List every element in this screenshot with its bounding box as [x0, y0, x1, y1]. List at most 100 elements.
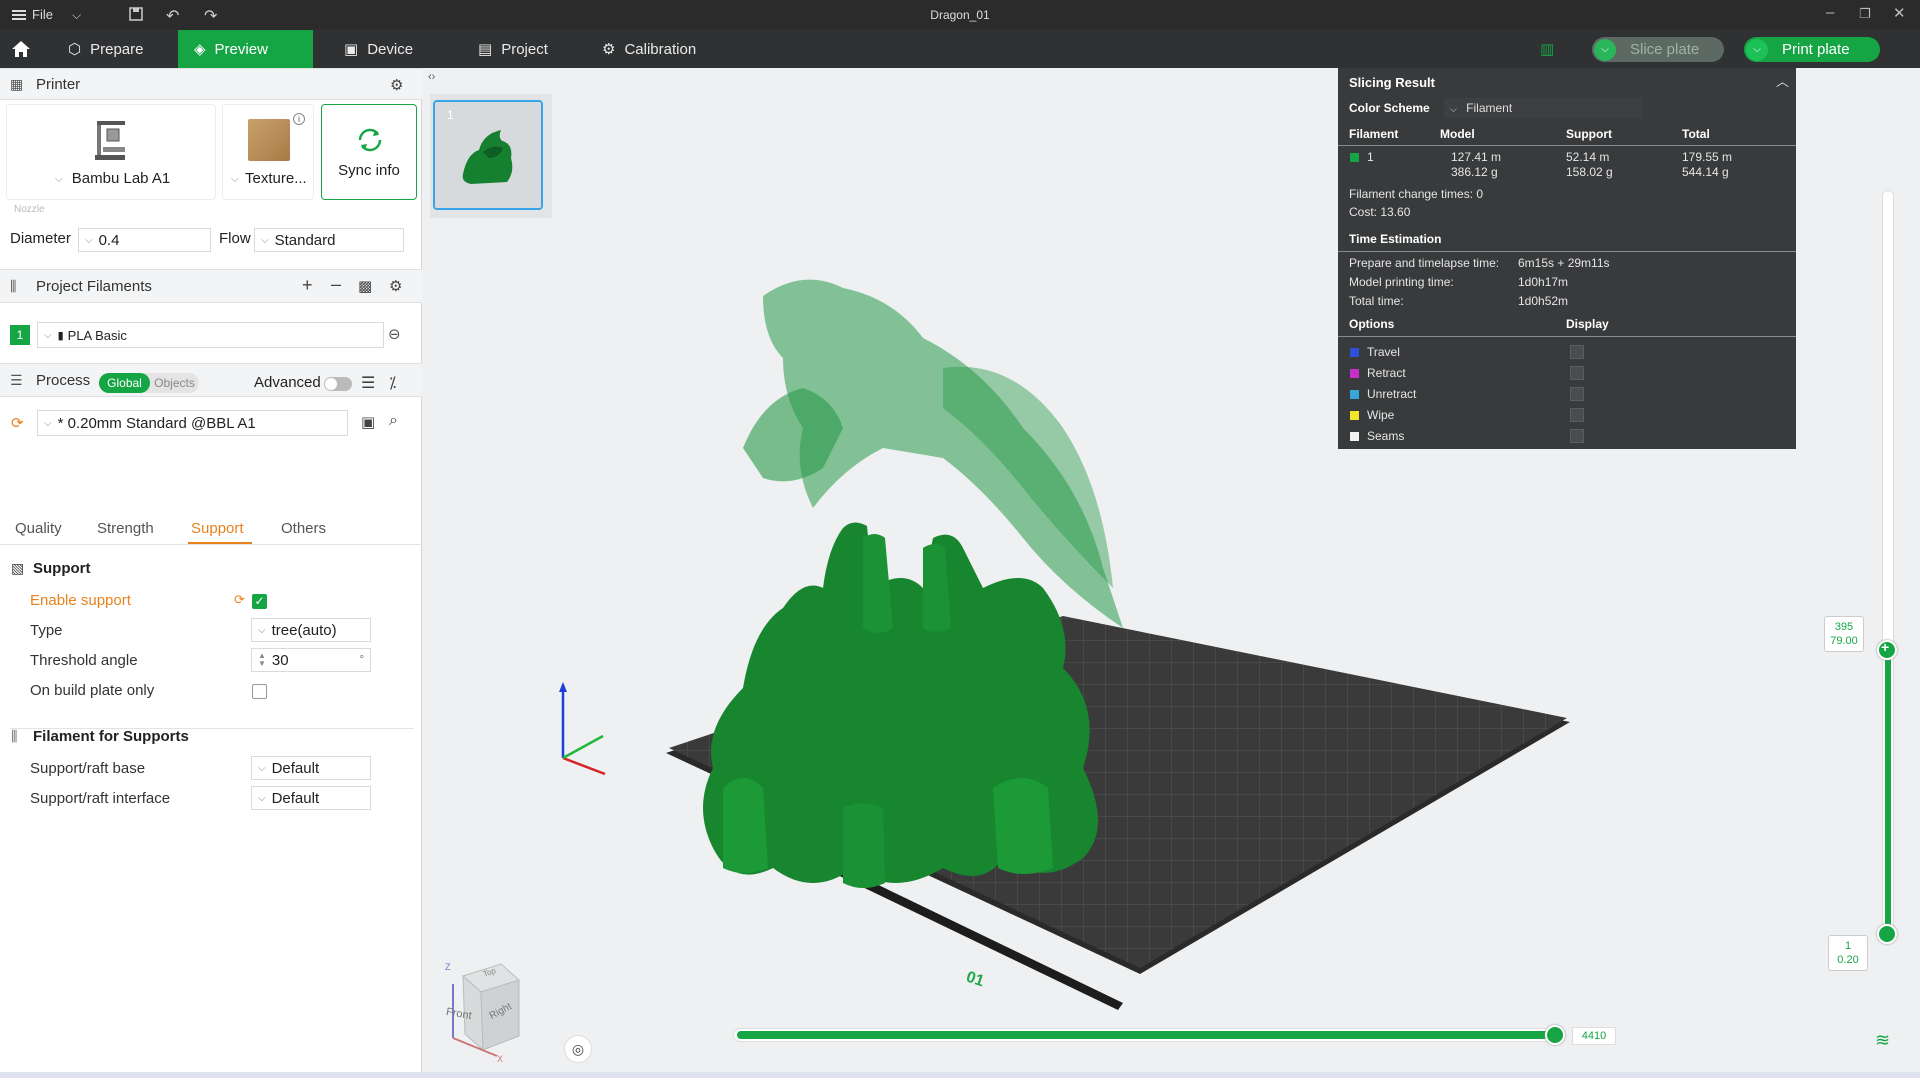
raft-base-label: Support/raft base: [30, 760, 146, 777]
cube-icon: ⬡: [68, 41, 82, 58]
axis-x-label: X: [497, 1054, 504, 1064]
retract-swatch: [1350, 369, 1359, 378]
option-retract-checkbox[interactable]: [1570, 366, 1584, 380]
chevron-down-icon: ⌵: [261, 234, 269, 246]
color-scheme-select[interactable]: ⌵ Filament: [1444, 98, 1642, 118]
threshold-unit: °: [359, 654, 364, 666]
gear-icon[interactable]: ⚙: [390, 76, 403, 94]
gear-icon[interactable]: ⚙: [389, 277, 402, 295]
chevron-down-icon: ⌵: [85, 234, 93, 246]
save-preset-icon[interactable]: ▣: [361, 413, 375, 431]
tab-strength[interactable]: Strength: [97, 520, 154, 537]
chevron-down-icon: ⌵: [258, 762, 266, 774]
tab-quality[interactable]: Quality: [15, 520, 62, 537]
chevron-down-icon: ⌵: [231, 174, 239, 185]
compare-icon[interactable]: ⁒: [389, 373, 396, 393]
restore-icon[interactable]: ❐: [1859, 6, 1871, 22]
sync-info-button[interactable]: Sync info: [321, 104, 417, 200]
advanced-label: Advanced: [254, 374, 321, 391]
total-time-value: 1d0h52m: [1518, 294, 1569, 308]
tab-prepare[interactable]: ⬡ Prepare: [52, 30, 159, 68]
option-retract-label: Retract: [1367, 366, 1406, 380]
slice-plate-button[interactable]: ⌵ Slice plate: [1592, 37, 1724, 62]
tab-device[interactable]: ▣ Device: [328, 30, 429, 68]
filament-type-select[interactable]: ⌵ ▮ PLA Basic: [37, 322, 384, 348]
info-icon[interactable]: i: [293, 113, 305, 125]
raft-interface-select[interactable]: ⌵ Default: [251, 786, 371, 810]
print-plate-label: Print plate: [1782, 41, 1850, 58]
tab-calibration-label: Calibration: [624, 40, 697, 58]
move-slider-handle[interactable]: [1545, 1025, 1565, 1045]
search-icon[interactable]: ⌕: [389, 412, 398, 430]
filament-options-icon[interactable]: ⊖: [388, 325, 401, 343]
add-icon[interactable]: +: [302, 275, 313, 296]
filament-sync-icon[interactable]: ▩: [358, 277, 372, 295]
calibration-icon: ⚙: [602, 41, 616, 58]
minimize-icon[interactable]: –: [1826, 4, 1834, 21]
process-icon: ☰: [10, 371, 23, 388]
option-wipe-checkbox[interactable]: [1570, 408, 1584, 422]
plate-name: Texture...: [245, 170, 307, 187]
support-weight: 158.02 g: [1566, 165, 1613, 179]
unretract-swatch: [1350, 390, 1359, 399]
tab-calibration[interactable]: ⚙ Calibration: [586, 30, 712, 68]
global-toggle[interactable]: Global: [99, 373, 150, 393]
multi-plate-icon[interactable]: ▥: [1540, 40, 1554, 58]
camera-icon[interactable]: ◎: [564, 1035, 592, 1063]
tab-project[interactable]: ▤ Project: [462, 30, 564, 68]
stepper-icon[interactable]: ▲ ▼: [258, 652, 266, 668]
chevron-down-icon[interactable]: ⌵: [1594, 38, 1616, 61]
reset-icon[interactable]: ⟳: [11, 414, 24, 432]
tab-support[interactable]: Support: [191, 520, 244, 537]
layers-toggle-icon[interactable]: ≋: [1875, 1030, 1890, 1051]
enable-support-checkbox[interactable]: ✓: [252, 594, 267, 609]
status-strip: [0, 1072, 1920, 1078]
option-travel-checkbox[interactable]: [1570, 345, 1584, 359]
travel-swatch: [1350, 348, 1359, 357]
diameter-select[interactable]: ⌵ 0.4: [78, 228, 211, 252]
flow-select[interactable]: ⌵ Standard: [254, 228, 404, 252]
diameter-value: 0.4: [98, 231, 120, 249]
nozzle-caption: Nozzle: [14, 204, 45, 215]
advanced-switch[interactable]: [324, 377, 352, 391]
chevron-down-icon[interactable]: ⌵: [1746, 38, 1768, 61]
process-preset-select[interactable]: ⌵ * 0.20mm Standard @BBL A1: [37, 410, 348, 436]
print-plate-button[interactable]: ⌵ Print plate: [1744, 37, 1880, 62]
list-icon[interactable]: ☰: [361, 373, 375, 393]
tab-project-label: Project: [501, 40, 548, 58]
option-unretract-checkbox[interactable]: [1570, 387, 1584, 401]
support-type-select[interactable]: ⌵ tree(auto): [251, 618, 371, 642]
process-scope-toggle[interactable]: Global Objects: [99, 373, 199, 393]
close-icon[interactable]: ✕: [1893, 4, 1906, 22]
build-plate-only-checkbox[interactable]: [252, 684, 267, 699]
bottom-layer-height: 0.20: [1837, 954, 1859, 966]
plate-selector[interactable]: i ⌵ Texture...: [222, 104, 314, 200]
layer-slider-bottom-handle[interactable]: [1877, 924, 1897, 944]
filament-for-supports-title: Filament for Supports: [33, 728, 189, 745]
option-seams-label: Seams: [1367, 429, 1405, 443]
printer-selector[interactable]: ⌵ Bambu Lab A1: [6, 104, 216, 200]
layer-slider-top-handle[interactable]: +: [1877, 639, 1897, 660]
remove-icon[interactable]: –: [331, 274, 341, 295]
filament-name: PLA Basic: [67, 327, 127, 343]
collapse-icon[interactable]: ︿: [1776, 71, 1789, 90]
raft-interface-label: Support/raft interface: [30, 790, 171, 807]
tab-others[interactable]: Others: [281, 520, 326, 537]
window-title: Dragon_01: [930, 8, 990, 22]
objects-toggle[interactable]: Objects: [150, 373, 199, 393]
layers-icon: ◈: [194, 41, 206, 58]
reset-icon[interactable]: ⟳: [234, 592, 245, 608]
threshold-angle-input[interactable]: ▲ ▼ 30 °: [251, 648, 371, 672]
chevron-down-icon: ⌵: [258, 792, 266, 804]
header-total: Total: [1682, 127, 1710, 141]
home-icon[interactable]: [10, 38, 32, 60]
printer-model-icon: [95, 121, 125, 160]
threshold-angle-label: Threshold angle: [30, 652, 138, 669]
filament-index-badge[interactable]: 1: [10, 325, 30, 345]
raft-base-select[interactable]: ⌵ Default: [251, 756, 371, 780]
tab-preview[interactable]: ◈ Preview: [178, 30, 313, 68]
view-cube[interactable]: Z X Top Front Right: [431, 954, 531, 1064]
seams-swatch: [1350, 432, 1359, 441]
option-seams-checkbox[interactable]: [1570, 429, 1584, 443]
model-weight: 386.12 g: [1451, 165, 1498, 179]
